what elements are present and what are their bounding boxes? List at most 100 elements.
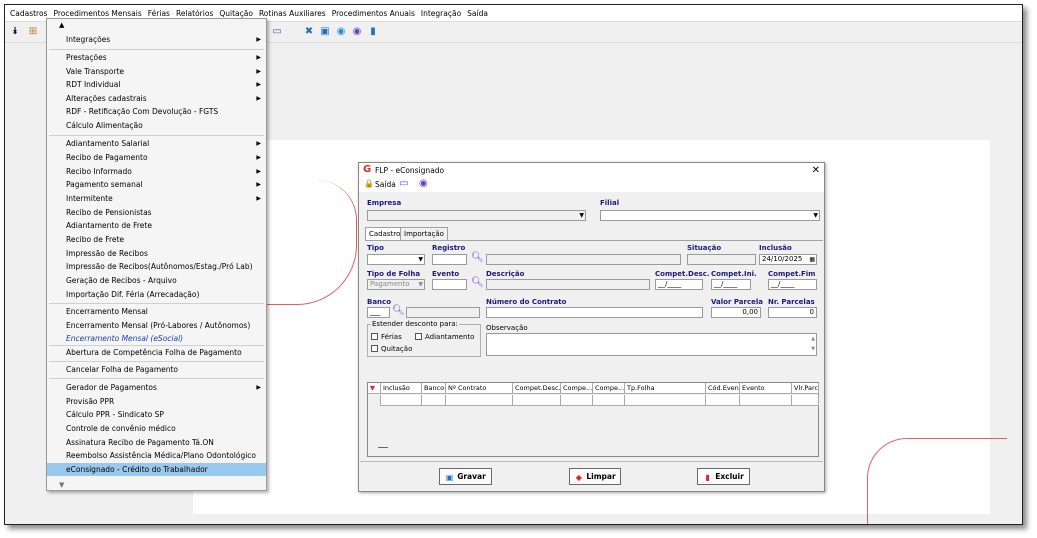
tools-icon[interactable]: ✖ — [303, 26, 315, 38]
grid-cell[interactable] — [422, 395, 446, 406]
dd-rdf[interactable]: RDF - Retificação Com Devolução - FGTS — [47, 105, 266, 118]
menu-integracao[interactable]: Integração — [418, 9, 464, 18]
scroll-up-icon[interactable]: ▲ — [811, 335, 815, 344]
filial-select[interactable]: ▼ — [600, 210, 820, 221]
col-banco[interactable]: Banco — [422, 383, 446, 394]
dd-calculo-alimentacao[interactable]: Cálculo Alimentação — [47, 119, 266, 132]
observacao-textarea[interactable]: ▲ ▼ — [486, 333, 817, 356]
grid-cell[interactable] — [706, 395, 740, 406]
excluir-button[interactable]: ▮ Excluir — [697, 468, 750, 485]
dd-econsignado[interactable]: eConsignado - Crédito do Trabalhador — [47, 463, 266, 476]
org-icon[interactable]: ⊞ — [27, 26, 39, 38]
adiantamento-checkbox[interactable]: Adiantamento — [415, 333, 474, 341]
monitor-icon[interactable]: ▭ — [271, 26, 283, 38]
dd-prestacoes[interactable]: Prestações ▶ — [47, 51, 266, 64]
nr-parcelas-input[interactable]: 0 — [768, 307, 817, 318]
dd-calculo-ppr[interactable]: Cálculo PPR - Sindicato SP — [47, 408, 266, 421]
col-compet-desc[interactable]: Compet.Desc. — [513, 383, 561, 394]
empresa-select[interactable]: ▼ — [367, 210, 586, 221]
dd-encerramento-mensal-esocial[interactable]: Encerramento Mensal (eSocial) — [47, 332, 266, 345]
dd-controle-convenio[interactable]: Controle de convênio médico — [47, 422, 266, 435]
dd-reembolso-assistencia[interactable]: Reembolso Assistência Médica/Plano Odont… — [47, 449, 266, 462]
grid-cell[interactable] — [740, 395, 792, 406]
dd-adiantamento-salarial[interactable]: Adiantamento Salarial ▶ — [47, 137, 266, 150]
grid-cell[interactable] — [446, 395, 513, 406]
book-icon[interactable]: ▮ — [367, 26, 379, 38]
dd-adiantamento-frete[interactable]: Adiantamento de Frete — [47, 219, 266, 232]
dd-provisao-ppr[interactable]: Provisão PPR — [47, 395, 266, 408]
dd-geracao-recibos-arquivo[interactable]: Geração de Recibos - Arquivo — [47, 274, 266, 287]
monitor-icon[interactable]: ▭ — [399, 178, 408, 189]
limpar-button[interactable]: ◆ Limpar — [569, 468, 621, 485]
tab-importacao[interactable]: Importação — [400, 227, 448, 240]
menu-cadastros[interactable]: Cadastros — [7, 9, 50, 18]
dd-intermitente[interactable]: Intermitente ▶ — [47, 192, 266, 205]
calendar-icon[interactable]: ▣ — [319, 26, 331, 38]
dd-integracoes[interactable]: Integrações ▶ — [47, 33, 266, 46]
grid-cell[interactable] — [625, 395, 706, 406]
dd-impressao-recibos[interactable]: Impressão de Recibos — [47, 247, 266, 260]
dd-alteracoes-cadastrais[interactable]: Alterações cadastrais ▶ — [47, 92, 266, 105]
dd-abertura-competencia[interactable]: Abertura de Competência Folha de Pagamen… — [47, 346, 266, 359]
inclusao-date[interactable]: 24/10/2025 ▦ — [759, 254, 817, 265]
search-icon[interactable]: 🔍︎ — [471, 277, 484, 288]
col-cod-evento[interactable]: Cód.Even... — [706, 383, 740, 394]
numero-contrato-input[interactable] — [486, 307, 703, 318]
dd-pagamento-semanal[interactable]: Pagamento semanal ▶ — [47, 178, 266, 191]
dd-cancelar-folha[interactable]: Cancelar Folha de Pagamento — [47, 363, 266, 376]
col-compet-ini[interactable]: Compe... — [561, 383, 593, 394]
dd-recibo-frete[interactable]: Recibo de Frete — [47, 233, 266, 246]
row-selector[interactable] — [368, 395, 381, 406]
scroll-up-icon[interactable]: ▲ — [59, 21, 64, 29]
exit-button[interactable]: Saída — [375, 180, 396, 189]
calendar-icon[interactable]: ▦ — [809, 255, 815, 264]
tipo-select[interactable]: ▼ — [367, 254, 425, 265]
grid-cell[interactable] — [513, 395, 561, 406]
menu-rotinas-auxiliares[interactable]: Rotinas Auxiliares — [256, 9, 329, 18]
evento-input[interactable] — [432, 279, 467, 290]
dd-encerramento-mensal[interactable]: Encerramento Mensal — [47, 305, 266, 318]
table-row[interactable] — [368, 395, 819, 406]
info-circle-icon[interactable]: ◉ — [335, 26, 347, 38]
search-icon[interactable]: 🔍︎ — [471, 252, 484, 263]
dd-recibo-pagamento[interactable]: Recibo de Pagamento ▶ — [47, 151, 266, 164]
banco-input[interactable]: ___ — [367, 307, 390, 318]
compet-ini-input[interactable]: __/____ — [711, 279, 751, 290]
ferias-checkbox[interactable]: Férias — [371, 333, 402, 341]
col-evento[interactable]: Evento — [740, 383, 792, 394]
compet-fim-input[interactable]: __/____ — [768, 279, 817, 290]
close-icon[interactable]: ✕ — [812, 163, 820, 178]
compet-desc-input[interactable]: __/____ — [655, 279, 703, 290]
menu-procedimentos-anuais[interactable]: Procedimentos Anuais — [329, 9, 418, 18]
ia-icon[interactable]: ◉ — [351, 26, 363, 38]
scroll-down-icon[interactable]: ▼ — [59, 481, 64, 489]
grid-cell[interactable] — [381, 395, 422, 406]
pin-icon[interactable]: ⯯ — [9, 26, 21, 38]
ia-icon[interactable]: ◉ — [419, 178, 428, 189]
menu-procedimentos-mensais[interactable]: Procedimentos Mensais — [50, 9, 144, 18]
col-vlr-parc[interactable]: Vlr.Parc. — [792, 383, 819, 394]
dd-importacao-dif-feria[interactable]: Importação Dif. Féria (Arrecadação) — [47, 288, 266, 301]
menu-ferias[interactable]: Férias — [145, 9, 173, 18]
dd-recibo-informado[interactable]: Recibo Informado ▶ — [47, 165, 266, 178]
exit-icon[interactable]: 🔒 — [364, 179, 374, 188]
sort-indicator-icon[interactable]: ▼ — [368, 383, 381, 394]
tab-cadastro[interactable]: Cadastro — [365, 227, 405, 240]
col-compet-fim[interactable]: Compe... — [593, 383, 625, 394]
valor-parcela-input[interactable]: 0,00 — [711, 307, 761, 318]
search-icon[interactable]: 🔍︎ — [392, 305, 405, 316]
menu-saida[interactable]: Saída — [464, 9, 491, 18]
dd-encerramento-mensal-prolabores[interactable]: Encerramento Mensal (Pró-Labores / Autôn… — [47, 319, 266, 332]
quitacao-checkbox[interactable]: Quitação — [371, 345, 412, 353]
registro-input[interactable] — [432, 254, 467, 265]
gravar-button[interactable]: ▣ Gravar — [439, 468, 492, 485]
scroll-down-icon[interactable]: ▼ — [811, 345, 815, 354]
dd-gerador-pagamentos[interactable]: Gerador de Pagamentos ▶ — [47, 381, 266, 394]
col-inclusao[interactable]: Inclusão — [381, 383, 422, 394]
tipo-folha-select[interactable]: Pagamento ▼ — [367, 279, 425, 290]
grid-cell[interactable] — [593, 395, 625, 406]
dd-vale-transporte[interactable]: Vale Transporte ▶ — [47, 65, 266, 78]
dd-impressao-recibos-autonomos[interactable]: Impressão de Recibos(Autônomos/Estag./Pr… — [47, 260, 266, 273]
menu-relatorios[interactable]: Relatórios — [173, 9, 216, 18]
menu-quitacao[interactable]: Quitação — [216, 9, 256, 18]
